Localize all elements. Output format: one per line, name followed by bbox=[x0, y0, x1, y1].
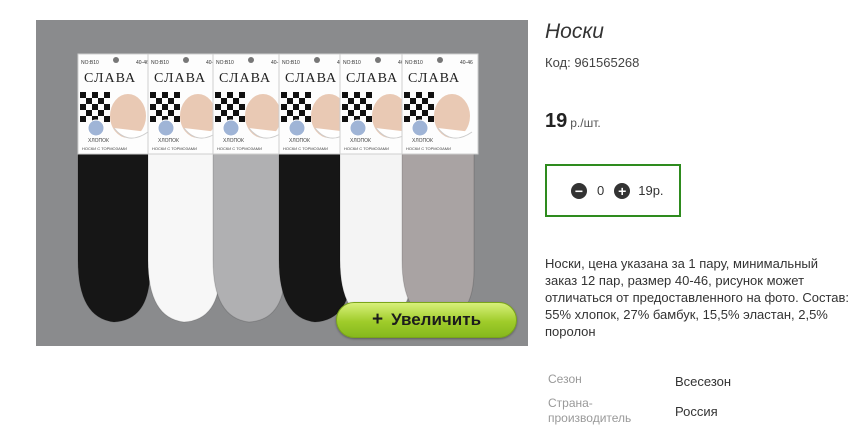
card-subtitle: НОСКИ С ТОРМОЗАМИ bbox=[406, 146, 451, 151]
product-photo[interactable]: NO:B10 40-46 СЛАВА ХЛОПОК НОСКИ С ТОРМОЗАМИ N… bbox=[36, 20, 528, 346]
card-brand: СЛАВА bbox=[219, 71, 271, 86]
socks-image: NO:B10 40-46СЛАВАХЛОПОКНОСКИ С ТОРМОЗАМИN… bbox=[77, 53, 479, 323]
card-material: ХЛОПОК bbox=[350, 138, 371, 144]
card-brand: СЛАВА bbox=[285, 71, 337, 86]
card-model: NO:B10 bbox=[282, 60, 300, 66]
product-page: NO:B10 40-46 СЛАВА ХЛОПОК НОСКИ С ТОРМОЗАМИ N… bbox=[0, 0, 853, 442]
product-price: 19 р./шт. bbox=[545, 110, 601, 133]
zoom-label: Увеличить bbox=[391, 310, 482, 329]
card-material: ХЛОПОК bbox=[289, 138, 310, 144]
card-subtitle: НОСКИ С ТОРМОЗАМИ bbox=[283, 146, 328, 151]
card-subtitle: НОСКИ С ТОРМОЗАМИ bbox=[217, 146, 262, 151]
price-value: 19 bbox=[545, 110, 568, 132]
card-model: NO:B10 bbox=[216, 60, 234, 66]
card-model: NO:B10 bbox=[343, 60, 361, 66]
card-size: 40-46 bbox=[136, 60, 149, 66]
card-material: ХЛОПОК bbox=[88, 138, 109, 144]
card-material: ХЛОПОК bbox=[412, 138, 433, 144]
card-subtitle: НОСКИ С ТОРМОЗАМИ bbox=[82, 146, 127, 151]
zoom-plus-icon: + bbox=[371, 309, 384, 330]
card-brand: СЛАВА bbox=[154, 71, 206, 86]
product-code: Код: 961565268 bbox=[545, 55, 640, 70]
card-model: NO:B10 bbox=[81, 60, 99, 66]
card-brand: СЛАВА bbox=[84, 71, 136, 86]
product-description: Носки, цена указана за 1 пару, минимальн… bbox=[545, 256, 850, 339]
property-key: Страна- производитель bbox=[548, 396, 632, 425]
card-brand: СЛАВА bbox=[346, 71, 398, 86]
zoom-button[interactable]: + Увеличить bbox=[336, 302, 517, 338]
card-model: NO:B10 bbox=[405, 60, 423, 66]
property-value: Россия bbox=[675, 404, 718, 419]
card-model: NO:B10 bbox=[151, 60, 169, 66]
minus-icon[interactable]: − bbox=[571, 182, 587, 199]
card-material: ХЛОПОК bbox=[223, 138, 244, 144]
quantity-stepper: − 0 + 19р. bbox=[545, 164, 681, 217]
card-brand: СЛАВА bbox=[408, 71, 460, 86]
sock-item: NO:B10 40-46СЛАВА ХЛОПОК НОСКИ С ТОРМОЗАМИ bbox=[77, 53, 155, 323]
quantity-value[interactable]: 0 bbox=[597, 183, 604, 198]
sock-item: NO:B10 40-46СЛАВА ХЛОПОК НОСКИ С ТОРМОЗАМИ bbox=[401, 53, 479, 323]
card-subtitle: НОСКИ С ТОРМОЗАМИ bbox=[152, 146, 197, 151]
card-material: ХЛОПОК bbox=[158, 138, 179, 144]
price-unit: р./шт. bbox=[570, 116, 601, 130]
card-subtitle: НОСКИ С ТОРМОЗАМИ bbox=[344, 146, 389, 151]
card-size: 40-46 bbox=[460, 60, 473, 66]
quantity-total: 19р. bbox=[638, 183, 664, 198]
product-title: Носки bbox=[545, 20, 604, 43]
plus-icon[interactable]: + bbox=[614, 182, 631, 199]
sock-item: NO:B1040-46СЛАВАХЛОПОКНОСКИ С ТОРМОЗАМИ bbox=[212, 53, 290, 323]
property-value: Всесезон bbox=[675, 374, 732, 389]
property-key: Сезон bbox=[548, 372, 582, 386]
